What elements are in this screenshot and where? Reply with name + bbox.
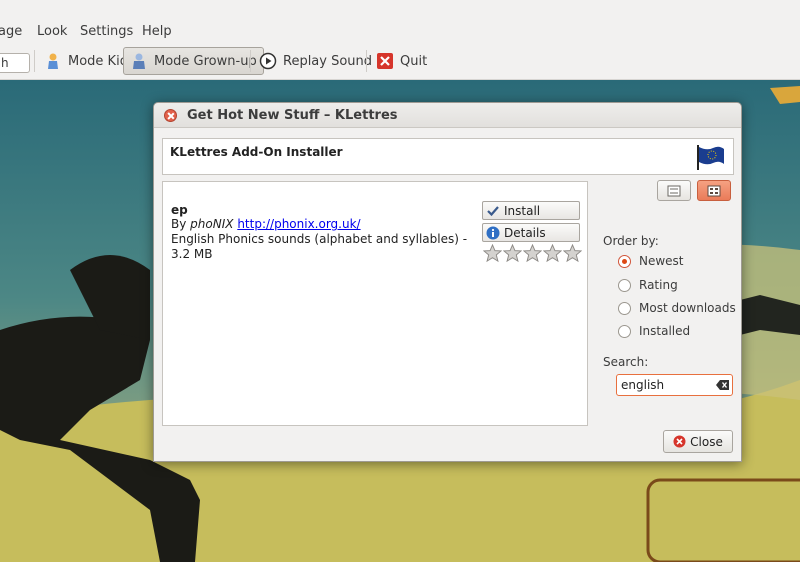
replay-sound-button[interactable]: Replay Sound — [253, 47, 378, 75]
play-icon — [259, 52, 277, 70]
order-installed-radio[interactable]: Installed — [618, 324, 690, 338]
toolbar-separator — [250, 50, 251, 72]
order-newest-label: Newest — [639, 254, 684, 268]
installer-header: KLettres Add-On Installer — [162, 138, 734, 175]
star-icon — [543, 244, 562, 263]
radio-indicator — [618, 324, 631, 338]
star-icon — [563, 244, 582, 263]
search-label: Search: — [603, 355, 649, 369]
author-url-link[interactable]: http://phonix.org.uk/ — [237, 217, 360, 231]
addon-list[interactable]: ep By phoNIX http://phonix.org.uk/ Engli… — [162, 181, 588, 426]
toolbar-separator — [366, 50, 367, 72]
addon-name: ep — [171, 203, 188, 217]
addon-author: phoNIX — [190, 217, 234, 231]
quit-label: Quit — [400, 53, 428, 69]
order-newest-radio[interactable]: Newest — [618, 254, 684, 268]
menu-look[interactable]: Look — [37, 24, 67, 39]
flag-icon — [697, 145, 724, 170]
order-by-label: Order by: — [603, 234, 659, 248]
icon-view-button[interactable] — [697, 180, 731, 201]
install-label: Install — [504, 203, 541, 218]
dialog-titlebar: Get Hot New Stuff – KLettres — [154, 103, 741, 128]
mode-kid-label: Mode Kid — [68, 53, 128, 69]
install-button[interactable]: Install — [482, 201, 580, 220]
mode-grownup-label: Mode Grown-up — [154, 53, 257, 69]
grownup-icon — [133, 53, 145, 69]
close-button[interactable]: Close — [663, 430, 733, 453]
checkmark-icon — [487, 205, 499, 216]
search-input-value: english — [621, 378, 665, 392]
rating-stars — [483, 244, 582, 263]
order-rating-radio[interactable]: Rating — [618, 278, 678, 292]
get-hot-new-stuff-dialog: Get Hot New Stuff – KLettres KLettres Ad… — [153, 102, 742, 462]
close-icon — [673, 435, 686, 448]
quit-icon — [377, 53, 393, 69]
addon-author-line: By phoNIX http://phonix.org.uk/ — [171, 217, 361, 231]
by-label: By — [171, 217, 187, 231]
details-button[interactable]: Details — [482, 223, 580, 242]
order-installed-label: Installed — [639, 324, 691, 338]
list-view-button[interactable] — [657, 180, 691, 201]
menu-help[interactable]: Help — [142, 24, 172, 39]
language-combo[interactable]: h — [0, 53, 30, 73]
toolbar-separator — [34, 50, 35, 72]
clear-search-icon[interactable] — [716, 380, 729, 390]
replay-sound-label: Replay Sound — [283, 53, 373, 69]
info-icon — [486, 226, 500, 239]
details-label: Details — [504, 225, 546, 240]
order-rating-label: Rating — [639, 278, 678, 292]
order-most-downloads-label: Most downloads — [639, 301, 736, 315]
icon-view-icon — [707, 185, 721, 196]
menubar: age Look Settings Help — [0, 0, 800, 44]
star-icon — [483, 244, 502, 263]
dialog-title: Get Hot New Stuff – KLettres — [187, 108, 398, 123]
addon-description: English Phonics sounds (alphabet and syl… — [171, 232, 468, 261]
radio-indicator — [618, 301, 631, 315]
radio-indicator — [618, 254, 631, 268]
mode-grownup-button[interactable]: Mode Grown-up — [123, 47, 264, 75]
installer-title: KLettres Add-On Installer — [170, 145, 343, 159]
kid-icon — [48, 53, 58, 69]
list-view-icon — [667, 185, 681, 196]
menu-settings[interactable]: Settings — [80, 24, 133, 39]
mode-kid-button[interactable]: Mode Kid — [38, 47, 134, 75]
order-most-downloads-radio[interactable]: Most downloads — [618, 301, 736, 315]
close-label: Close — [690, 434, 723, 449]
menu-manage[interactable]: age — [0, 24, 22, 39]
star-icon — [523, 244, 542, 263]
window-close-icon[interactable] — [164, 109, 177, 122]
star-icon — [503, 244, 522, 263]
toolbar: h Mode Kid Mode Grown-up Replay Sound Qu… — [0, 44, 800, 80]
search-input[interactable]: english — [616, 374, 733, 396]
radio-indicator — [618, 278, 631, 292]
quit-button[interactable]: Quit — [370, 47, 433, 75]
